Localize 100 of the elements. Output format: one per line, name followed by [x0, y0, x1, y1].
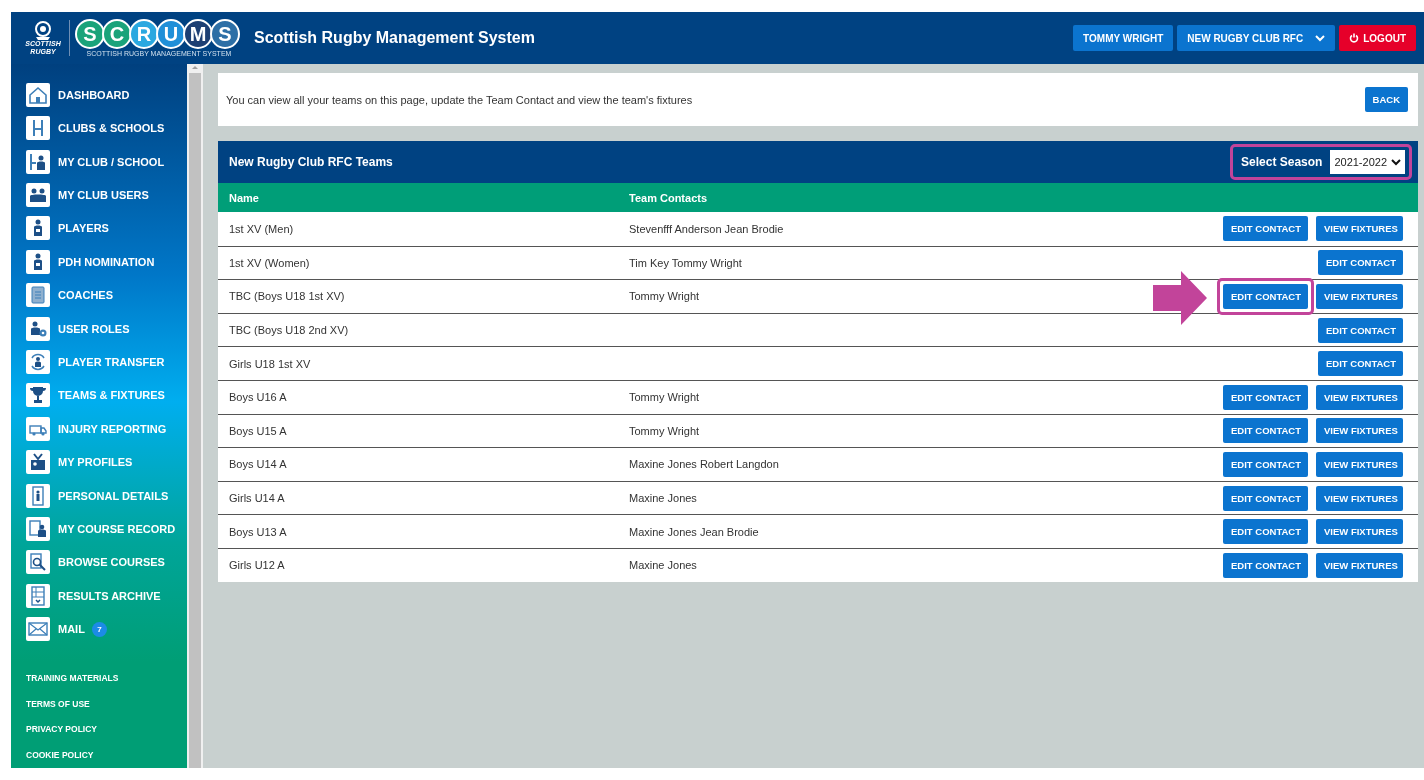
nav-item[interactable]: COACHES	[11, 278, 187, 312]
group-gear-icon	[26, 316, 50, 341]
nav-item[interactable]: RESULTS ARCHIVE	[11, 579, 187, 613]
season-select[interactable]: 2021-2022	[1330, 150, 1405, 174]
nav-item[interactable]: PLAYERS	[11, 211, 187, 246]
edit-contact-button[interactable]: EDIT CONTACT	[1223, 485, 1308, 511]
clipboard-icon	[26, 283, 50, 308]
table-cell-text: TBC (Boys U18 1st XV)	[229, 290, 346, 303]
table-cell-text: Tommy Wright	[629, 391, 701, 404]
logo-letter: M	[183, 19, 213, 49]
trophy-icon	[26, 383, 50, 408]
season-label: Select Season	[1241, 155, 1323, 169]
document-person-icon	[26, 517, 50, 541]
info-text: You can view all your teams on this page, update the Team Contact and view the team's fixtures	[226, 93, 693, 106]
scrollbar[interactable]	[187, 64, 203, 768]
envelope-icon	[26, 617, 50, 642]
table-cell-text: Tim Key Tommy Wright	[629, 256, 743, 269]
view-fixtures-button[interactable]: VIEW FIXTURES	[1316, 451, 1403, 477]
chevron-down-icon	[1315, 34, 1326, 42]
table-cell-text: Maxine Jones	[629, 559, 698, 572]
nav-item[interactable]: DASHBOARD	[11, 78, 187, 112]
nav-item[interactable]: CLUBS & SCHOOLS	[11, 111, 187, 145]
nav-item[interactable]: PERSONAL DETAILS	[11, 478, 187, 513]
archive-document-icon	[26, 583, 50, 608]
table-cell-text: Girls U12 A	[229, 559, 286, 572]
logo-letter: C	[102, 19, 132, 49]
column-header: Team Contacts	[629, 191, 709, 204]
edit-contact-button[interactable]: EDIT CONTACT	[1223, 451, 1308, 477]
nav-item[interactable]: USER ROLES	[11, 311, 187, 346]
user-button[interactable]: TOMMY WRIGHT	[1073, 25, 1174, 51]
document-person-icon	[26, 483, 50, 508]
edit-contact-button[interactable]: EDIT CONTACT	[1318, 351, 1403, 377]
transfer-icon	[26, 349, 50, 374]
footer-link[interactable]: TERMS OF USE	[11, 690, 90, 717]
nav-item-label[interactable]: MAIL	[58, 623, 85, 636]
crest-icon	[35, 21, 51, 40]
edit-contact-button[interactable]: EDIT CONTACT	[1223, 216, 1308, 242]
chevron-down-icon	[1391, 158, 1401, 166]
table-cell-text: TBC (Boys U18 2nd XV)	[229, 324, 350, 337]
nav-item[interactable]: MY CLUB / SCHOOL	[11, 144, 187, 179]
edit-contact-button[interactable]: EDIT CONTACT	[1223, 418, 1308, 444]
table-cell-text: Boys U13 A	[229, 525, 288, 538]
table-cell-text: 1st XV (Men)	[229, 222, 295, 235]
magnifier-document-icon	[26, 550, 50, 575]
edit-contact-button[interactable]: EDIT CONTACT	[1223, 552, 1308, 578]
edit-contact-button[interactable]: EDIT CONTACT	[1318, 250, 1403, 276]
back-button[interactable]: BACK	[1364, 87, 1408, 112]
logo-letter: S	[75, 19, 105, 49]
table-cell-text: Girls U14 A	[229, 492, 286, 505]
table-cell-text: Boys U14 A	[229, 458, 288, 471]
view-fixtures-button[interactable]: VIEW FIXTURES	[1316, 552, 1403, 578]
nav-item[interactable]: TEAMS & FIXTURES	[11, 378, 187, 413]
app-title: Scottish Rugby Management System	[254, 29, 536, 47]
footer-link[interactable]: PRIVACY POLICY	[11, 716, 97, 743]
logo-letter: U	[156, 19, 186, 49]
table-cell-text: Girls U18 1st XV	[229, 357, 312, 370]
profile-card-icon	[26, 450, 50, 475]
panel-title: New Rugby Club RFC Teams	[229, 155, 393, 169]
nav-item[interactable]: INJURY REPORTING	[11, 412, 187, 446]
nav-item[interactable]: MY PROFILES	[11, 445, 187, 479]
table-cell-text: Maxine Jones Jean Brodie	[629, 525, 760, 538]
power-icon	[1349, 33, 1360, 43]
pointer-arrow	[1153, 271, 1207, 325]
logo-letter: R	[129, 19, 159, 49]
house-icon	[26, 82, 50, 107]
view-fixtures-button[interactable]: VIEW FIXTURES	[1316, 485, 1403, 511]
table-cell-text: Stevenfff Anderson Jean Brodie	[629, 222, 785, 235]
nav-item[interactable]: PDH NOMINATION	[11, 245, 187, 279]
footer-link[interactable]: COOKIE POLICY	[11, 742, 94, 768]
count-badge: 7	[91, 621, 107, 637]
nav-item[interactable]: MY COURSE RECORD	[11, 512, 187, 546]
logout-button[interactable]: LOGOUT	[1339, 25, 1416, 51]
view-fixtures-button[interactable]: VIEW FIXTURES	[1316, 284, 1403, 309]
player-icon	[26, 216, 50, 241]
view-fixtures-button[interactable]: VIEW FIXTURES	[1316, 519, 1403, 545]
view-fixtures-button[interactable]: VIEW FIXTURES	[1316, 216, 1403, 242]
edit-contact-button[interactable]: EDIT CONTACT	[1318, 317, 1403, 343]
table-cell-text: Boys U16 A	[229, 391, 288, 404]
table-cell-text: Maxine Jones Robert Langdon	[629, 458, 780, 471]
nav-item[interactable]: PLAYER TRANSFER	[11, 345, 187, 379]
table-cell-text: Tommy Wright	[629, 290, 701, 303]
nav-item[interactable]: BROWSE COURSES	[11, 545, 187, 580]
table-cell-text: Tommy Wright	[629, 424, 701, 437]
edit-contact-button[interactable]: EDIT CONTACT	[1223, 519, 1308, 545]
view-fixtures-button[interactable]: VIEW FIXTURES	[1316, 418, 1403, 444]
group-icon	[26, 182, 50, 207]
goalpost-icon	[26, 116, 50, 141]
logo-letter: S	[210, 19, 240, 49]
club-select[interactable]: NEW RUGBY CLUB RFC	[1177, 25, 1336, 51]
view-fixtures-button[interactable]: VIEW FIXTURES	[1316, 384, 1403, 410]
edit-contact-button[interactable]: EDIT CONTACT	[1223, 284, 1308, 309]
footer-link[interactable]: TRAINING MATERIALS	[11, 664, 119, 691]
edit-contact-button[interactable]: EDIT CONTACT	[1223, 384, 1308, 410]
player-icon	[26, 249, 50, 274]
table-cell-text: 1st XV (Women)	[229, 256, 311, 269]
column-header: Name	[229, 191, 260, 204]
goalpost-figure-icon	[26, 149, 50, 174]
nav-item[interactable]: MY CLUB USERS	[11, 178, 187, 212]
table-cell-text: Maxine Jones	[629, 492, 698, 505]
table-cell-text: Boys U15 A	[229, 424, 288, 437]
